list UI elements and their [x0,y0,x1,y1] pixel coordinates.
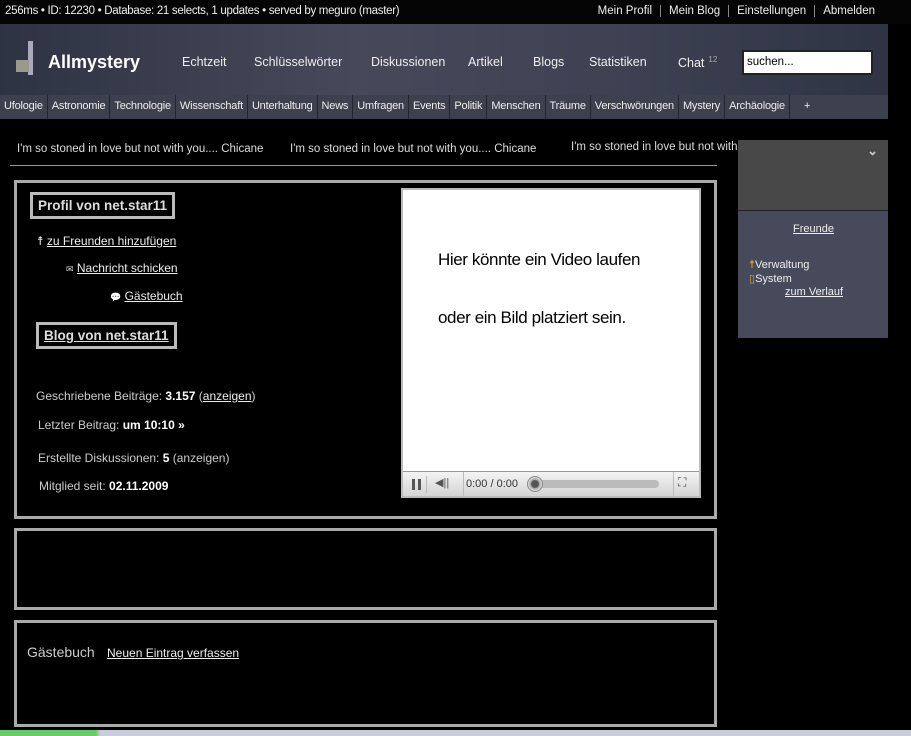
video-placeholder-line1: Hier könnte ein Video laufen [438,250,641,269]
system-item[interactable]: ▯System [749,272,792,285]
user-links: Mein Profil Mein Blog Einstellungen Abme… [590,5,883,17]
debug-stats: 256ms • ID: 12230 • Database: 21 selects… [5,5,400,17]
guestbook-panel [14,620,717,727]
nav-articles[interactable]: Artikel [468,55,503,69]
category-nav: Ufologie Astronomie Technologie Wissensc… [0,95,888,119]
send-message-link[interactable]: ✉ Nachricht schicken [66,261,178,275]
nav-blogs[interactable]: Blogs [533,55,564,69]
category-wissenschaft[interactable]: Wissenschaft [176,95,248,119]
add-friend-text[interactable]: zu Freunden hinzufügen [47,234,176,248]
discussions-stat: Erstellte Diskussionen: 5 (anzeigen) [38,451,229,465]
video-placeholder-line2: oder ein Bild platziert sein. [438,308,626,327]
sidebar-top: ⌄ [738,140,888,210]
category-mystery[interactable]: Mystery [679,95,726,119]
posts-stat: Geschriebene Beiträge: 3.157 (anzeigen) [36,389,256,403]
category-archaeologie[interactable]: Archäologie [725,95,790,119]
speaker-icon: ◀|| [435,477,450,489]
show-discussions-link[interactable]: (anzeigen) [173,451,230,465]
top-bar: 256ms • ID: 12230 • Database: 21 selects… [0,0,911,24]
admin-label: Verwaltung [755,259,810,271]
profile-title: Profil von net.star11 [30,192,176,219]
category-menschen[interactable]: Menschen [487,95,546,119]
fullscreen-icon: ⛶ [678,475,687,489]
chat-label: Chat [678,56,705,71]
category-ufologie[interactable]: Ufologie [0,95,48,119]
marquee-text: I'm so stoned in love but not with you..… [17,143,264,155]
blog-link[interactable]: Blog von net.star11 [36,322,177,349]
nav-keywords[interactable]: Schlüsselwörter [254,55,342,69]
logo-icon[interactable] [16,41,38,75]
my-blog-link[interactable]: Mein Blog [660,5,728,17]
divider [10,165,717,166]
category-politik[interactable]: Politik [450,95,488,119]
category-unterhaltung[interactable]: Unterhaltung [248,95,318,119]
system-label: System [755,273,792,285]
last-post-stat: Letzter Beitrag: um 10:10 » [38,418,185,432]
pause-button[interactable] [409,476,427,493]
category-technologie[interactable]: Technologie [110,95,176,119]
person-icon: ☨ [37,234,44,248]
video-player[interactable]: Hier könnte ein Video laufen oder ein Bi… [401,188,701,498]
new-entry-link[interactable]: Neuen Eintrag verfassen [107,646,239,660]
posts-label: Geschriebene Beiträge: [36,389,163,403]
nav-statistics[interactable]: Statistiken [589,55,647,69]
category-umfragen[interactable]: Umfragen [353,95,409,119]
seek-handle[interactable] [527,476,543,492]
member-since-label: Mitglied seit: [39,479,106,493]
member-since-value: 02.11.2009 [109,479,169,493]
search-input[interactable]: suchen... [742,50,873,75]
send-message-text[interactable]: Nachricht schicken [77,261,178,275]
marquee-text: I'm so stoned in love but not with [571,141,738,153]
member-since-stat: Mitglied seit: 02.11.2009 [39,479,168,493]
chat-bubble-icon: 💬 [110,292,122,302]
os-taskbar [0,730,911,736]
nav-discussions[interactable]: Diskussionen [371,55,445,69]
envelope-icon: ✉ [66,264,74,274]
category-verschwoerungen[interactable]: Verschwörungen [591,95,679,119]
admin-item[interactable]: ☨Verwaltung [749,258,809,271]
fullscreen-button[interactable]: ⛶ [678,475,686,490]
logo[interactable]: Allmystery [48,52,140,73]
more-categories-button[interactable]: + [790,95,824,119]
last-post-label: Letzter Beitrag: [38,418,120,432]
settings-link[interactable]: Einstellungen [728,5,814,17]
last-post-value[interactable]: um 10:10 » [123,418,185,432]
category-traeume[interactable]: Träume [546,95,591,119]
sidebar-friends: Freunde ☨Verwaltung ▯System zum Verlauf [738,210,888,338]
seek-bar[interactable] [531,480,659,488]
header: Allmystery Echtzeit Schlüsselwörter Disk… [0,24,888,95]
guestbook-link[interactable]: 💬 Gästebuch [110,289,183,303]
discussions-value: 5 [162,451,170,465]
empty-panel [14,528,717,610]
nav-echtzeit[interactable]: Echtzeit [182,55,226,69]
discussions-label: Erstellte Diskussionen: [38,451,160,465]
add-friend-link[interactable]: ☨ zu Freunden hinzufügen [37,234,176,248]
volume-button[interactable]: ◀|| [435,476,449,489]
posts-value: 3.157 [165,389,196,403]
chevron-down-icon[interactable]: ⌄ [867,143,878,159]
nav-chat[interactable]: Chat 12 [678,55,717,70]
logout-link[interactable]: Abmelden [814,5,883,17]
category-events[interactable]: Events [409,95,451,119]
pause-icon [412,479,415,490]
history-link[interactable]: zum Verlauf [785,286,843,298]
marquee-text: I'm so stoned in love but not with you..… [290,143,537,155]
show-posts-link[interactable]: anzeigen [203,389,252,403]
friends-link[interactable]: Freunde [793,223,834,235]
guestbook-text[interactable]: Gästebuch [125,289,183,303]
category-astronomie[interactable]: Astronomie [48,95,111,119]
chat-count: 12 [708,55,718,64]
video-time: 0:00 / 0:00 [466,478,518,490]
category-news[interactable]: News [318,95,354,119]
my-profile-link[interactable]: Mein Profil [590,5,660,17]
video-controls: ◀|| 0:00 / 0:00 ⛶ [403,471,699,496]
guestbook-title: Gästebuch [27,644,95,660]
